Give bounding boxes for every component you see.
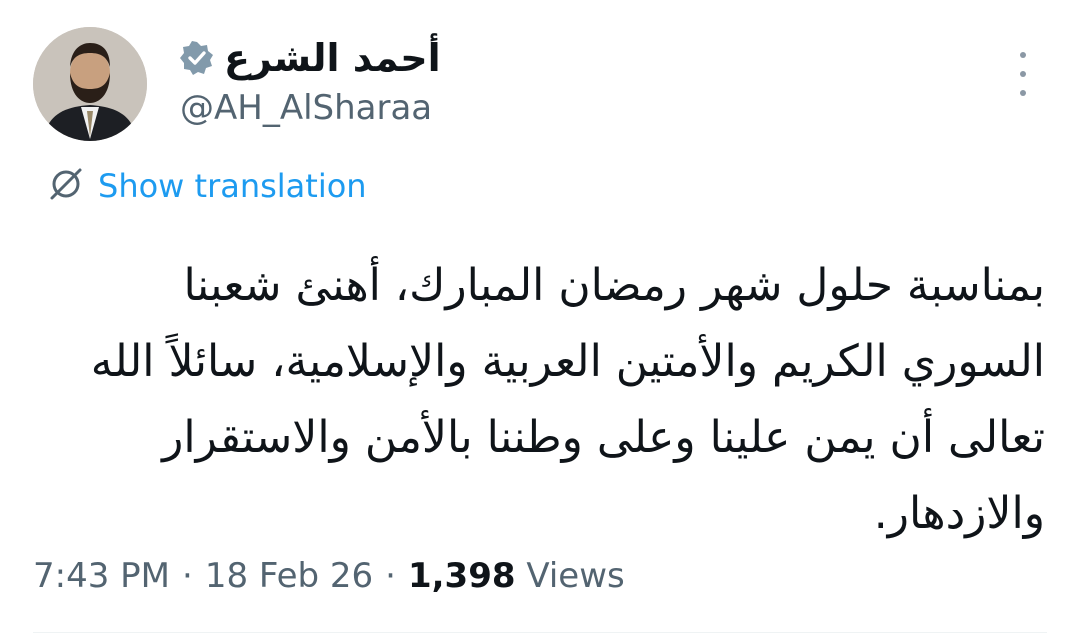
divider (33, 632, 1047, 633)
show-translation-label: Show translation (98, 167, 367, 205)
tweet-meta: 7:43 PM · 18 Feb 26 · 1,398 Views (33, 556, 625, 596)
more-vertical-icon-dot (1020, 90, 1026, 96)
author-name-row[interactable]: أحمد الشرع (180, 30, 700, 86)
author-handle[interactable]: @AH_AlSharaa (180, 88, 700, 128)
author-block[interactable]: أحمد الشرع @AH_AlSharaa (180, 30, 700, 128)
tweet-text: بمناسبة حلول شهر رمضان المبارك، أهنئ شعب… (90, 260, 1045, 539)
meta-separator: · (385, 556, 396, 596)
translate-icon (48, 166, 84, 206)
show-translation-link[interactable]: Show translation (48, 166, 367, 206)
verified-badge-icon (180, 41, 214, 75)
author-display-name[interactable]: أحمد الشرع (224, 36, 441, 80)
meta-separator: · (182, 556, 193, 596)
more-vertical-icon (1020, 52, 1026, 58)
more-vertical-icon-dot (1020, 71, 1026, 77)
views[interactable]: 1,398 Views (408, 556, 625, 596)
views-count: 1,398 (407, 556, 516, 596)
tweet-date[interactable]: 18 Feb 26 (205, 556, 373, 596)
tweet-time[interactable]: 7:43 PM (33, 556, 170, 596)
more-options-button[interactable] (1008, 52, 1038, 96)
avatar-image (33, 27, 147, 141)
views-label: Views (526, 556, 625, 596)
avatar[interactable] (33, 27, 147, 141)
